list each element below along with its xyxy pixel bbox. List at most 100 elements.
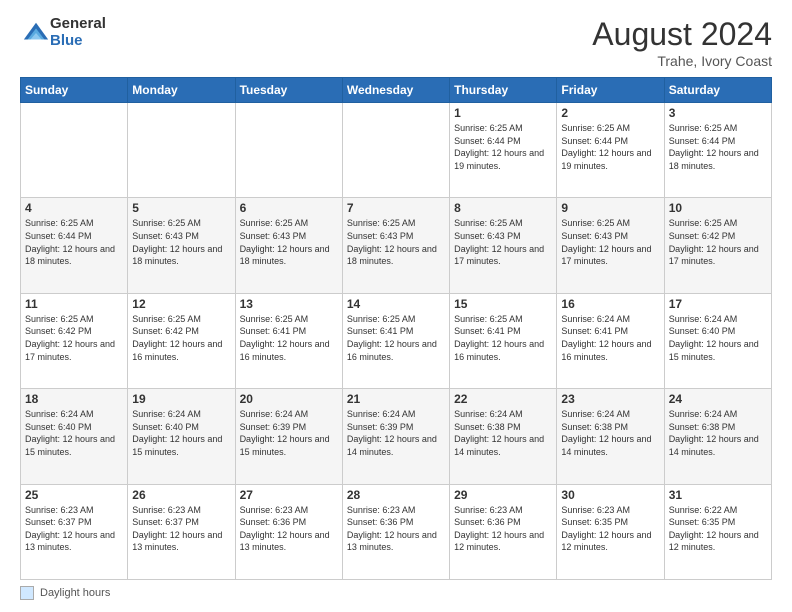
day-info: Sunrise: 6:25 AM Sunset: 6:42 PM Dayligh… [25, 313, 123, 363]
day-number: 13 [240, 297, 338, 311]
week-row-2: 11 Sunrise: 6:25 AM Sunset: 6:42 PM Dayli… [21, 293, 772, 388]
calendar-cell: 13 Sunrise: 6:25 AM Sunset: 6:41 PM Dayli… [235, 293, 342, 388]
calendar-cell: 10 Sunrise: 6:25 AM Sunset: 6:42 PM Dayli… [664, 198, 771, 293]
day-info: Sunrise: 6:24 AM Sunset: 6:39 PM Dayligh… [240, 408, 338, 458]
day-number: 5 [132, 201, 230, 215]
day-info: Sunrise: 6:24 AM Sunset: 6:39 PM Dayligh… [347, 408, 445, 458]
day-info: Sunrise: 6:25 AM Sunset: 6:41 PM Dayligh… [240, 313, 338, 363]
day-number: 30 [561, 488, 659, 502]
day-header-saturday: Saturday [664, 78, 771, 103]
day-number: 27 [240, 488, 338, 502]
calendar-cell [342, 103, 449, 198]
day-info: Sunrise: 6:25 AM Sunset: 6:41 PM Dayligh… [347, 313, 445, 363]
calendar-cell: 22 Sunrise: 6:24 AM Sunset: 6:38 PM Dayli… [450, 389, 557, 484]
day-info: Sunrise: 6:24 AM Sunset: 6:41 PM Dayligh… [561, 313, 659, 363]
calendar-cell: 30 Sunrise: 6:23 AM Sunset: 6:35 PM Dayli… [557, 484, 664, 579]
page: General Blue August 2024 Trahe, Ivory Co… [0, 0, 792, 612]
day-number: 9 [561, 201, 659, 215]
calendar-cell: 23 Sunrise: 6:24 AM Sunset: 6:38 PM Dayli… [557, 389, 664, 484]
day-header-sunday: Sunday [21, 78, 128, 103]
calendar-cell: 8 Sunrise: 6:25 AM Sunset: 6:43 PM Daylig… [450, 198, 557, 293]
calendar-cell: 20 Sunrise: 6:24 AM Sunset: 6:39 PM Dayli… [235, 389, 342, 484]
calendar-cell: 7 Sunrise: 6:25 AM Sunset: 6:43 PM Daylig… [342, 198, 449, 293]
day-info: Sunrise: 6:24 AM Sunset: 6:38 PM Dayligh… [454, 408, 552, 458]
logo-general: General [50, 16, 106, 33]
calendar-cell: 2 Sunrise: 6:25 AM Sunset: 6:44 PM Daylig… [557, 103, 664, 198]
month-year: August 2024 [592, 16, 772, 53]
day-number: 15 [454, 297, 552, 311]
calendar-cell [235, 103, 342, 198]
day-number: 22 [454, 392, 552, 406]
day-info: Sunrise: 6:23 AM Sunset: 6:35 PM Dayligh… [561, 504, 659, 554]
calendar-cell: 3Sunrise: 6:25 AM Sunset: 6:44 PM Daylig… [664, 103, 771, 198]
day-header-thursday: Thursday [450, 78, 557, 103]
day-header-friday: Friday [557, 78, 664, 103]
day-info: Sunrise: 6:24 AM Sunset: 6:38 PM Dayligh… [669, 408, 767, 458]
day-number: 6 [240, 201, 338, 215]
calendar-cell: 11 Sunrise: 6:25 AM Sunset: 6:42 PM Dayli… [21, 293, 128, 388]
day-header-wednesday: Wednesday [342, 78, 449, 103]
day-info: Sunrise: 6:23 AM Sunset: 6:37 PM Dayligh… [25, 504, 123, 554]
header-row: SundayMondayTuesdayWednesdayThursdayFrid… [21, 78, 772, 103]
logo-text: General Blue [50, 16, 106, 49]
day-number: 2 [561, 106, 659, 120]
day-number: 10 [669, 201, 767, 215]
day-info: Sunrise: 6:25 AM Sunset: 6:43 PM Dayligh… [132, 217, 230, 267]
day-info: Sunrise: 6:25 AM Sunset: 6:44 PM Dayligh… [25, 217, 123, 267]
day-info: Sunrise: 6:25 AM Sunset: 6:42 PM Dayligh… [669, 217, 767, 267]
day-number: 25 [25, 488, 123, 502]
calendar-cell [128, 103, 235, 198]
day-number: 1 [454, 106, 552, 120]
day-info: Sunrise: 6:24 AM Sunset: 6:40 PM Dayligh… [132, 408, 230, 458]
day-number: 23 [561, 392, 659, 406]
calendar-cell [21, 103, 128, 198]
day-info: Sunrise: 6:24 AM Sunset: 6:38 PM Dayligh… [561, 408, 659, 458]
day-header-tuesday: Tuesday [235, 78, 342, 103]
title-block: August 2024 Trahe, Ivory Coast [592, 16, 772, 69]
day-number: 17 [669, 297, 767, 311]
calendar-cell: 12Sunrise: 6:25 AM Sunset: 6:42 PM Dayli… [128, 293, 235, 388]
day-info: Sunrise: 6:25 AM Sunset: 6:43 PM Dayligh… [240, 217, 338, 267]
day-info: Sunrise: 6:22 AM Sunset: 6:35 PM Dayligh… [669, 504, 767, 554]
day-number: 18 [25, 392, 123, 406]
calendar-cell: 27Sunrise: 6:23 AM Sunset: 6:36 PM Dayli… [235, 484, 342, 579]
calendar: SundayMondayTuesdayWednesdayThursdayFrid… [20, 77, 772, 580]
day-number: 24 [669, 392, 767, 406]
footer-label: Daylight hours [40, 587, 110, 599]
day-info: Sunrise: 6:23 AM Sunset: 6:37 PM Dayligh… [132, 504, 230, 554]
header: General Blue August 2024 Trahe, Ivory Co… [20, 16, 772, 69]
week-row-0: 1 Sunrise: 6:25 AM Sunset: 6:44 PM Daylig… [21, 103, 772, 198]
footer: Daylight hours [20, 586, 772, 600]
calendar-cell: 1 Sunrise: 6:25 AM Sunset: 6:44 PM Daylig… [450, 103, 557, 198]
day-number: 26 [132, 488, 230, 502]
day-number: 16 [561, 297, 659, 311]
calendar-cell: 14 Sunrise: 6:25 AM Sunset: 6:41 PM Dayli… [342, 293, 449, 388]
logo-blue: Blue [50, 33, 106, 50]
day-number: 19 [132, 392, 230, 406]
day-info: Sunrise: 6:25 AM Sunset: 6:43 PM Dayligh… [347, 217, 445, 267]
day-info: Sunrise: 6:25 AM Sunset: 6:44 PM Dayligh… [561, 122, 659, 172]
day-number: 11 [25, 297, 123, 311]
day-number: 8 [454, 201, 552, 215]
day-number: 7 [347, 201, 445, 215]
day-info: Sunrise: 6:25 AM Sunset: 6:43 PM Dayligh… [454, 217, 552, 267]
logo-icon [22, 19, 50, 47]
day-number: 14 [347, 297, 445, 311]
day-info: Sunrise: 6:25 AM Sunset: 6:44 PM Dayligh… [669, 122, 767, 172]
day-info: Sunrise: 6:25 AM Sunset: 6:41 PM Dayligh… [454, 313, 552, 363]
calendar-cell: 29 Sunrise: 6:23 AM Sunset: 6:36 PM Dayli… [450, 484, 557, 579]
week-row-1: 4Sunrise: 6:25 AM Sunset: 6:44 PM Daylig… [21, 198, 772, 293]
week-row-4: 25 Sunrise: 6:23 AM Sunset: 6:37 PM Dayli… [21, 484, 772, 579]
day-info: Sunrise: 6:25 AM Sunset: 6:44 PM Dayligh… [454, 122, 552, 172]
day-number: 29 [454, 488, 552, 502]
location: Trahe, Ivory Coast [592, 53, 772, 69]
calendar-cell: 19 Sunrise: 6:24 AM Sunset: 6:40 PM Dayli… [128, 389, 235, 484]
day-info: Sunrise: 6:25 AM Sunset: 6:42 PM Dayligh… [132, 313, 230, 363]
calendar-cell: 4Sunrise: 6:25 AM Sunset: 6:44 PM Daylig… [21, 198, 128, 293]
day-header-monday: Monday [128, 78, 235, 103]
day-number: 20 [240, 392, 338, 406]
calendar-cell: 15 Sunrise: 6:25 AM Sunset: 6:41 PM Dayli… [450, 293, 557, 388]
day-info: Sunrise: 6:23 AM Sunset: 6:36 PM Dayligh… [454, 504, 552, 554]
calendar-cell: 24 Sunrise: 6:24 AM Sunset: 6:38 PM Dayli… [664, 389, 771, 484]
day-info: Sunrise: 6:24 AM Sunset: 6:40 PM Dayligh… [669, 313, 767, 363]
